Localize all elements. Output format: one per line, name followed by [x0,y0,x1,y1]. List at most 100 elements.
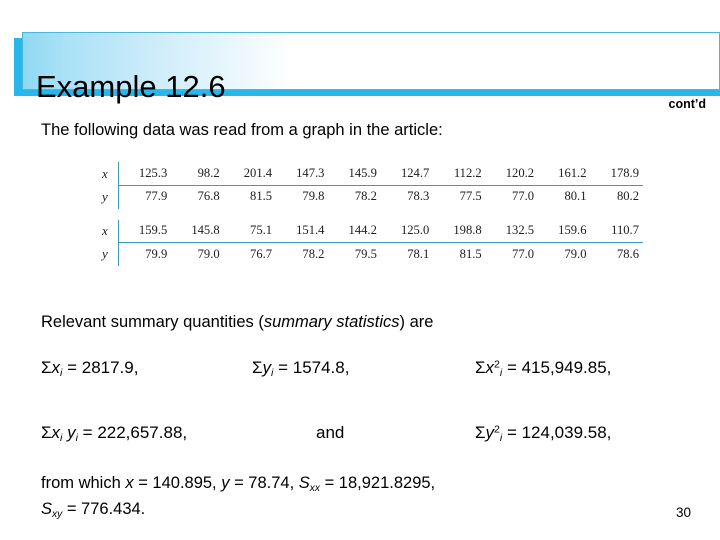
variable: x [485,358,495,377]
value: 415,949.85, [521,358,612,377]
cell: 76.8 [197,189,220,204]
summary-heading-italic: summary statistics [263,313,400,331]
sxx-subscript: xx [309,482,320,494]
cell: 125.0 [380,219,434,244]
summary-heading-pre: Relevant summary quantities ( [41,313,264,331]
table-row: x 159.5 145.8 75.1 151.4 144.2 125.0 198… [98,219,643,244]
sigma-symbol: Σ [41,358,52,377]
cell: 79.0 [197,246,220,261]
sigma-symbol: Σ [252,358,263,377]
cell: 81.5 [250,189,273,204]
cell: 112.2 [433,162,486,186]
cell: 159.5 [118,219,172,244]
cell: 78.1 [407,246,430,261]
results-line-2: Sxy = 776.434. [41,500,145,520]
cell: 78.2 [302,246,325,261]
cell: 98.2 [171,162,224,186]
value: 2817.9, [81,358,139,377]
cell: 124.7 [380,162,434,186]
row-label-x2: x [98,219,119,243]
equals: = [502,423,522,442]
sxx-value: = 18,921.8295, [319,474,436,492]
cell: 77.5 [459,189,482,204]
cell: 110.7 [590,219,643,244]
data-table: x 125.3 98.2 201.4 147.3 145.9 124.7 112… [98,162,643,266]
cell: 78.2 [354,189,377,204]
row-label-x1: x [98,162,119,186]
x-bar-variable: x [125,474,134,492]
cell: 78.6 [616,246,639,261]
cell: 145.8 [171,219,224,244]
equation-sum-y-squared: Σy2i = 124,039.58, [475,423,611,444]
sigma-symbol: Σ [475,358,486,377]
sxy-subscript: xy [52,508,63,520]
equals: = [273,358,293,377]
cell: 79.8 [302,189,325,204]
equation-sum-x: Σxi = 2817.9, [41,358,138,379]
equals: = [77,423,98,442]
cell: 79.5 [354,246,377,261]
cell: 198.8 [433,219,486,244]
spacer [98,209,118,220]
summary-heading-post: ) are [399,313,434,331]
sxx-variable: S [298,474,310,492]
equation-sum-x-squared: Σx2i = 415,949.85, [475,358,611,379]
table-row: y 77.9 76.8 81.5 79.8 78.2 78.3 77.5 77.… [98,185,643,209]
cell: 78.3 [407,189,430,204]
cell: 178.9 [590,162,643,186]
equation-sum-xy: Σxi yi = 222,657.88, [41,423,187,444]
variable: x [51,358,61,377]
lead-in: from which [41,474,126,492]
continued-label: cont’d [668,97,707,111]
spacer [118,209,643,220]
cell: 80.2 [616,189,639,204]
table-row: x 125.3 98.2 201.4 147.3 145.9 124.7 112… [98,162,643,186]
summary-heading: Relevant summary quantities (summary sta… [41,313,433,332]
equation-sum-y: Σyi = 1574.8, [252,358,349,379]
cell: 132.5 [485,219,539,244]
cell: 75.1 [223,219,277,244]
table-block-spacer [98,209,643,220]
cell: 159.6 [538,219,591,244]
cell: 120.2 [485,162,539,186]
value: 1574.8, [292,358,350,377]
equals: = [502,358,522,377]
y-bar-value: = 78.74, [229,474,299,492]
variable: y [262,358,272,377]
cell: 151.4 [276,219,329,244]
variable: y [485,423,495,442]
cell: 145.9 [328,162,381,186]
variable-y: y [67,423,76,442]
x-bar-value: = 140.895, [133,474,222,492]
equals: = [62,358,82,377]
row-label-y1: y [98,185,119,209]
variable-x: x [51,423,61,442]
value: 124,039.58, [521,423,612,442]
cell: 147.3 [276,162,329,186]
sigma-symbol: Σ [41,423,52,442]
slide-title-banner: Example 12.6 cont’d [0,26,720,110]
cell: 77.9 [145,189,168,204]
results-line-1: from which x = 140.895, y = 78.74, Sxx =… [41,474,435,494]
cell: 161.2 [538,162,591,186]
cell: 81.5 [459,246,482,261]
conjunction-and: and [316,423,345,442]
sxy-variable: S [41,500,53,518]
cell: 77.0 [512,246,535,261]
cell: 201.4 [223,162,277,186]
page-number: 30 [676,505,692,520]
cell: 76.7 [250,246,273,261]
page-title: Example 12.6 [36,69,226,104]
cell: 79.0 [564,246,587,261]
row-label-y2: y [98,242,119,266]
cell: 79.9 [145,246,168,261]
cell: 80.1 [564,189,587,204]
sxy-value: = 776.434. [62,500,146,518]
cell: 144.2 [328,219,381,244]
value: 222,657.88, [97,423,188,442]
intro-text: The following data was read from a graph… [41,121,443,139]
table-row: y 79.9 79.0 76.7 78.2 79.5 78.1 81.5 77.… [98,242,643,266]
cell: 77.0 [512,189,535,204]
cell: 125.3 [118,162,172,186]
sigma-symbol: Σ [475,423,486,442]
